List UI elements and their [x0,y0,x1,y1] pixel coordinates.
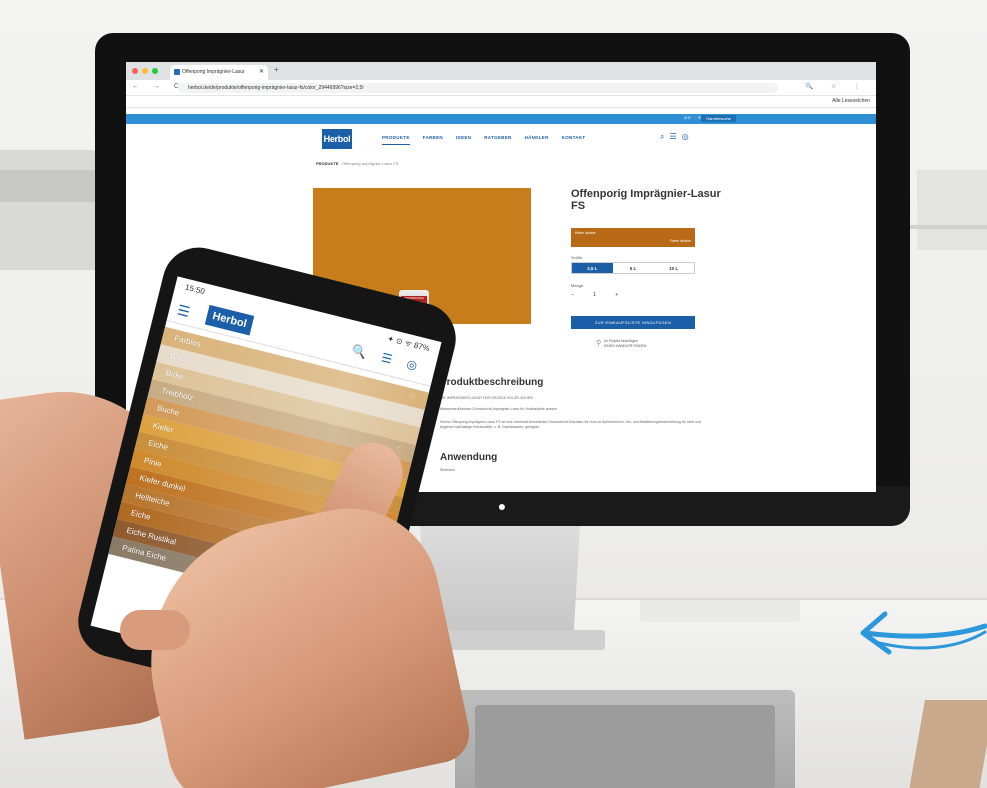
description-line: Wasserverdünnbare Dünnschicht-Imprägnier… [440,407,557,411]
browser-toolbar-icons[interactable]: 🔍 ☆ ⋮ [806,83,868,90]
breadcrumb-current: Offenporig Imprägnier-Lasur FS [342,161,399,166]
curved-arrow-icon [860,611,987,655]
browser-tab[interactable]: Offenporig Imprägnier-Lasur ✕ [170,65,268,80]
hamburger-icon[interactable]: ☰ [175,302,192,322]
browser-tab-bar: Offenporig Imprägnier-Lasur ✕ + [126,62,876,80]
account-icon[interactable]: ◎ [682,132,689,142]
phone-time: 15:50 [184,282,206,297]
size-label: Größe [571,255,583,260]
tab-title: Offenporig Imprägnier-Lasur [182,69,245,75]
background-wall-right [917,170,987,250]
phone-herbol-logo[interactable]: Herbol [204,304,255,336]
quantity-stepper[interactable]: – 1 + [571,292,627,298]
description-heading: Produktbeschreibung [440,377,544,388]
bookmarks-bar: Alle Lesezeichen [126,96,876,108]
quantity-label: Menge [571,283,584,288]
nav-ideen[interactable]: IDEEN [456,135,471,145]
url-field[interactable]: herbol.de/de/produkte/offenporig-imprägn… [178,83,778,93]
close-tab-icon[interactable]: ✕ [259,65,264,80]
add-to-list-button[interactable]: ZUR EINKAUFSLISTE HINZUFÜGEN [571,316,695,329]
find-dealer-link[interactable]: EINEN HÄNDLER FINDEN [604,344,646,349]
main-nav: PRODUKTE FARBEN IDEEN RATGEBER HÄNDLER K… [382,135,585,145]
background-shelf [0,170,95,202]
nav-produkte[interactable]: PRODUKTE [382,135,410,145]
nav-kontakt[interactable]: KONTAKT [562,135,586,145]
color-stripe-label: Farblos [173,333,202,349]
search-icon[interactable]: ⌕ [660,132,664,142]
size-option[interactable]: 5 L [613,263,654,273]
window-controls [132,68,158,74]
description-body: Herbol Offenporig Imprägnier-Lasur FS is… [440,420,702,429]
finger [120,610,190,650]
color-stripe-label: Eiche [147,438,170,452]
background-wall [0,150,110,270]
apple-logo-icon: ● [497,498,507,514]
selected-color-name: Kiefer dunkel [575,231,596,235]
heart-icon[interactable]: ♡ [397,423,408,442]
color-stripe-label: Kiefer [151,420,175,435]
description-subtitle: DIE IMPRÄGNIER-LASUR FÜR GROSSE HOLZFLÄC… [440,396,533,400]
header-icons: ⌕ ☰ ◎ [660,132,689,142]
size-option[interactable]: 2,5 L [572,263,613,273]
breadcrumb: PRODUKTE · Offenporig Imprägnier-Lasur F… [316,161,399,166]
color-stripe-label: Buche [156,403,181,418]
product-title: Offenporig Imprägnier-Lasur FS [571,188,721,212]
all-bookmarks-link[interactable]: Alle Lesezeichen [832,98,870,104]
change-color-link[interactable]: Farbe ändern [670,239,691,243]
site-top-bar: DE · EN Händlersuche [126,114,876,124]
dealer-links: Zu Projekt hinzufügen EINEN HÄNDLER FIND… [604,339,646,349]
desk-tray [640,600,800,622]
heart-icon[interactable]: ♡ [402,405,413,424]
herbol-logo[interactable]: Herbol [322,129,352,149]
color-stripe-label: Treibholz [160,385,195,403]
background-shelf-right [897,225,987,229]
nav-haendler[interactable]: HÄNDLER [525,135,549,145]
close-window-icon[interactable] [132,68,138,74]
selected-color-swatch[interactable]: Kiefer dunkel Farbe ändern [571,228,695,247]
minimize-window-icon[interactable] [142,68,148,74]
maximize-window-icon[interactable] [152,68,158,74]
size-selector: 2,5 L 5 L 10 L [571,262,695,274]
dealer-search-button[interactable]: Händlersuche [701,115,736,122]
address-bar-row: ← → C herbol.de/de/produkte/offenporig-i… [126,80,876,96]
size-option[interactable]: 10 L [653,263,694,273]
application-heading: Anwendung [440,452,498,463]
heart-icon[interactable]: ♡ [406,388,417,407]
new-tab-icon[interactable]: + [274,65,279,74]
color-stripe-label: Birke [164,368,185,382]
laptop-keyboard [475,705,775,788]
nav-ratgeber[interactable]: RATGEBER [484,135,511,145]
breadcrumb-root[interactable]: PRODUKTE [316,161,338,166]
browser-nav-buttons[interactable]: ← → C [132,83,185,90]
nav-farben[interactable]: FARBEN [423,135,443,145]
color-stripe-label: Pinie [143,455,163,469]
color-stripe-label: Eiche [129,508,152,522]
application-text: Streichen [440,468,455,472]
color-stripe-label: Weiss [169,351,193,365]
list-icon[interactable]: ☰ [669,132,676,142]
location-pin-icon: ⚲ [596,340,602,347]
favicon-icon [174,69,180,75]
